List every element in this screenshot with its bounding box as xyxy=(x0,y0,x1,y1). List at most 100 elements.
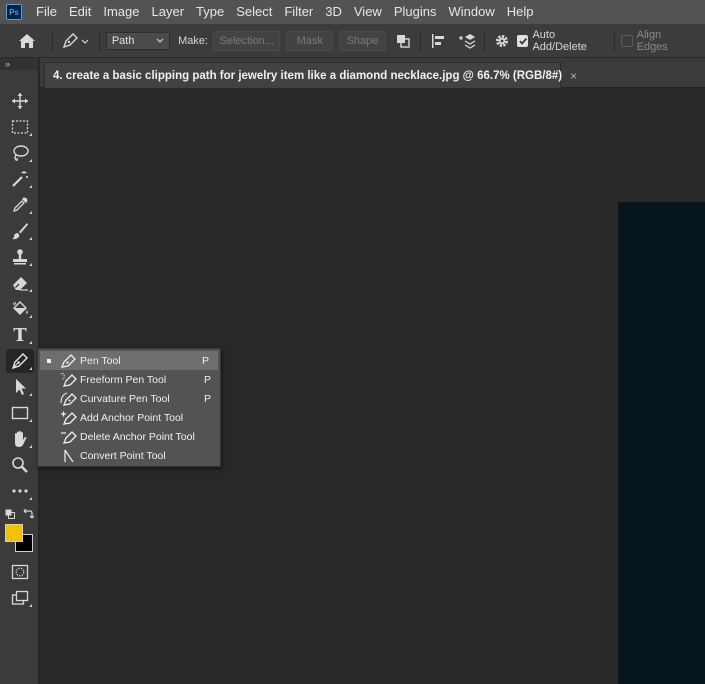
options-separator xyxy=(614,29,616,52)
flyout-item-convert-point-tool[interactable]: Convert Point Tool xyxy=(38,446,220,465)
magic-wand-tool[interactable] xyxy=(6,167,34,191)
eraser-tool[interactable] xyxy=(6,271,34,295)
path-operations-icon xyxy=(397,34,410,48)
rectangle-icon xyxy=(11,406,29,420)
flyout-item-curvature-pen-tool[interactable]: Curvature Pen Tool P xyxy=(38,389,220,408)
eyedropper-tool[interactable] xyxy=(6,193,34,217)
tool-group-indicator xyxy=(29,315,32,318)
flyout-item-shortcut: P xyxy=(204,373,212,386)
path-selection-tool[interactable] xyxy=(6,375,34,399)
document-image[interactable] xyxy=(618,202,705,684)
home-button[interactable] xyxy=(16,29,38,53)
flyout-item-label: Convert Point Tool xyxy=(80,449,166,462)
default-colors-button[interactable] xyxy=(5,509,15,519)
menu-bar: Ps File Edit Image Layer Type Select Fil… xyxy=(0,0,705,24)
tool-group-indicator xyxy=(29,367,32,370)
make-shape-button[interactable]: Shape xyxy=(339,30,386,51)
flyout-item-shortcut: P xyxy=(202,354,210,367)
flyout-item-pen-tool[interactable]: Pen Tool P xyxy=(40,351,218,370)
delete-anchor-point-icon xyxy=(58,428,80,446)
menu-view[interactable]: View xyxy=(348,0,388,24)
menu-file[interactable]: File xyxy=(30,0,63,24)
align-edges-label: Align Edges xyxy=(636,28,668,53)
menu-edit[interactable]: Edit xyxy=(63,0,97,24)
swap-colors-button[interactable] xyxy=(22,508,34,520)
default-colors-icon xyxy=(5,509,15,519)
pen-mode-value: Path xyxy=(111,34,135,47)
zoom-tool[interactable] xyxy=(6,453,34,477)
tool-group-indicator xyxy=(29,445,32,448)
path-operations-button[interactable] xyxy=(392,29,414,53)
quick-mask-button[interactable] xyxy=(6,560,34,584)
flyout-item-add-anchor-point-tool[interactable]: Add Anchor Point Tool xyxy=(38,408,220,427)
foreground-color-swatch[interactable] xyxy=(5,524,23,542)
tool-group-indicator xyxy=(29,393,32,396)
eyedropper-icon xyxy=(12,197,28,213)
menu-window[interactable]: Window xyxy=(442,0,500,24)
close-icon[interactable]: × xyxy=(570,69,577,83)
tool-group-indicator xyxy=(29,341,32,344)
menu-3d[interactable]: 3D xyxy=(319,0,348,24)
tool-group-indicator xyxy=(29,185,32,188)
flyout-item-label: Delete Anchor Point Tool xyxy=(80,430,195,443)
marquee-tool[interactable] xyxy=(6,115,34,139)
align-edges-option[interactable]: Align Edges xyxy=(621,29,691,53)
menu-type[interactable]: Type xyxy=(190,0,230,24)
move-tool[interactable] xyxy=(6,89,34,113)
screen-mode-icon xyxy=(11,590,29,605)
document-tab-bar: 4. create a basic clipping path for jewe… xyxy=(40,58,705,88)
make-mask-button[interactable]: Mask xyxy=(286,30,334,51)
gear-icon xyxy=(496,34,509,47)
menu-select[interactable]: Select xyxy=(230,0,278,24)
tool-group-indicator xyxy=(29,211,32,214)
path-arrangement-button[interactable] xyxy=(456,29,478,53)
curvature-pen-icon xyxy=(58,390,80,408)
tool-group-indicator xyxy=(29,263,32,266)
more-tools[interactable] xyxy=(6,479,34,503)
tool-preset-picker[interactable] xyxy=(59,29,93,53)
menu-help[interactable]: Help xyxy=(501,0,540,24)
type-tool[interactable]: T xyxy=(6,323,34,347)
flyout-item-label: Freeform Pen Tool xyxy=(80,373,167,386)
flyout-item-shortcut: P xyxy=(204,392,212,405)
make-selection-button[interactable]: Selection... xyxy=(213,30,281,51)
rectangle-tool[interactable] xyxy=(6,401,34,425)
align-edges-checkbox[interactable] xyxy=(621,34,633,47)
photoshop-logo: Ps xyxy=(6,4,22,20)
eraser-icon xyxy=(13,277,28,291)
document-tab[interactable]: 4. create a basic clipping path for jewe… xyxy=(44,62,577,88)
auto-add-delete-option[interactable]: Auto Add/Delete xyxy=(517,29,606,53)
ellipsis-icon xyxy=(12,489,28,493)
menu-layer[interactable]: Layer xyxy=(146,0,191,24)
home-icon xyxy=(19,33,36,48)
flyout-item-delete-anchor-point-tool[interactable]: Delete Anchor Point Tool xyxy=(38,427,220,446)
zoom-icon xyxy=(12,457,28,473)
lasso-tool[interactable] xyxy=(6,141,34,165)
hand-tool[interactable] xyxy=(6,427,34,451)
quick-mask-icon xyxy=(11,564,29,580)
menu-plugins[interactable]: Plugins xyxy=(388,0,443,24)
selected-bullet xyxy=(40,358,58,363)
document-tab-title: 4. create a basic clipping path for jewe… xyxy=(53,69,563,82)
toolbar-collapse-button[interactable]: » xyxy=(0,58,38,70)
type-icon: T xyxy=(13,324,27,346)
menu-filter[interactable]: Filter xyxy=(278,0,319,24)
auto-add-delete-label: Auto Add/Delete xyxy=(532,28,587,53)
stamp-tool[interactable] xyxy=(6,245,34,269)
arrow-icon xyxy=(16,379,26,395)
screen-mode-button[interactable] xyxy=(6,586,34,610)
brush-tool[interactable] xyxy=(6,219,34,243)
auto-add-delete-checkbox[interactable] xyxy=(517,34,529,47)
lasso-icon xyxy=(13,145,29,161)
pen-mode-dropdown[interactable]: Path xyxy=(105,31,171,50)
pen-tool[interactable] xyxy=(6,349,34,373)
path-alignment-button[interactable] xyxy=(427,29,449,53)
pen-icon xyxy=(58,352,80,370)
flyout-item-freeform-pen-tool[interactable]: Freeform Pen Tool P xyxy=(38,370,220,389)
make-label: Make: xyxy=(178,34,209,47)
menu-image[interactable]: Image xyxy=(97,0,145,24)
path-options-gear-button[interactable] xyxy=(491,29,513,53)
options-separator xyxy=(52,29,54,52)
paint-bucket-tool[interactable] xyxy=(6,297,34,321)
paint-bucket-icon xyxy=(12,301,28,315)
